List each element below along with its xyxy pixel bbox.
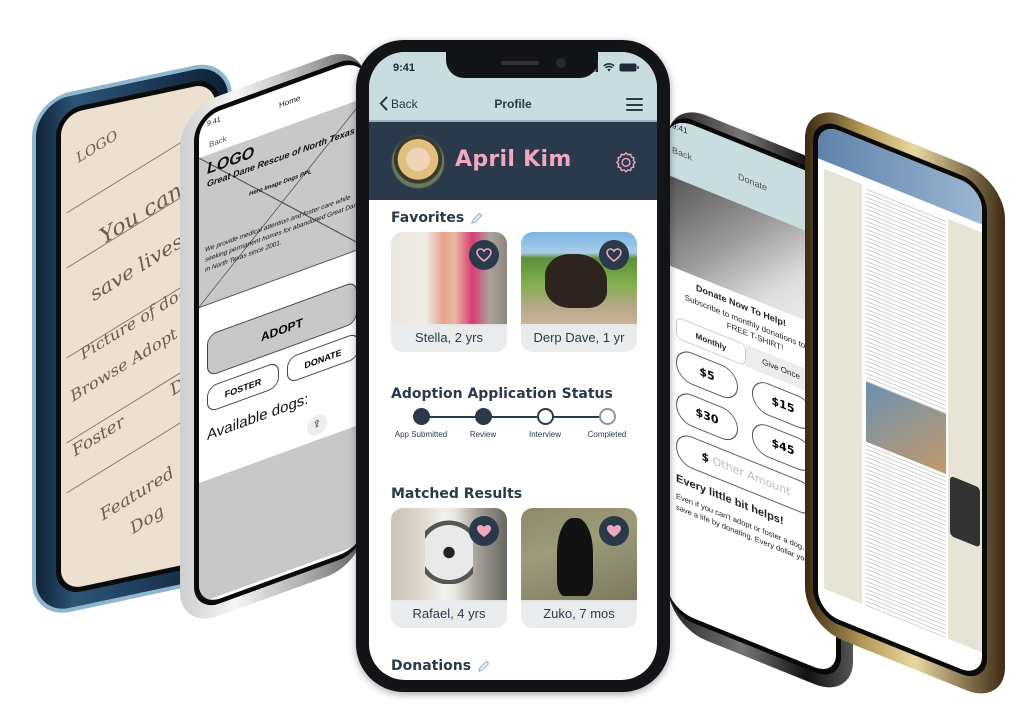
adoption-progress-stepper: App Submitted Review Interview Completed xyxy=(391,408,635,448)
website-screen xyxy=(813,115,987,685)
step-label: Interview xyxy=(528,430,561,439)
hamburger-line xyxy=(626,109,643,111)
favorite-dog-card[interactable]: Derp Dave, 1 yr xyxy=(521,232,637,352)
battery-icon xyxy=(619,63,639,72)
step-dot-complete xyxy=(474,408,492,425)
matched-results-title: Matched Results xyxy=(391,486,523,502)
dog-caption: Zuko, 7 mos xyxy=(521,600,637,628)
matched-dog-card[interactable]: Zuko, 7 mos xyxy=(521,508,637,628)
profile-header: April Kim xyxy=(369,122,657,200)
hamburger-line xyxy=(626,98,643,100)
website-dog-photo xyxy=(950,475,980,548)
dog-caption: Rafael, 4 yrs xyxy=(391,600,507,628)
heart-filled-icon xyxy=(477,525,491,537)
step-label: Review xyxy=(469,430,497,439)
profile-phone-mockup: 9:41 Back Profile April Kim Favorites St… xyxy=(356,40,670,692)
wf-dog-image-placeholder xyxy=(199,422,365,604)
wireframe-screen: 9:41 Home Back LOGO Great Dane Rescue of… xyxy=(194,52,365,613)
phone-notch xyxy=(446,52,598,78)
dog-caption: Derp Dave, 1 yr xyxy=(521,324,637,352)
step-dot-current xyxy=(536,408,554,425)
step-dot-complete xyxy=(412,408,430,425)
matched-dog-card[interactable]: Rafael, 4 yrs xyxy=(391,508,507,628)
step-review: Review xyxy=(453,408,513,439)
step-label: App Submitted xyxy=(394,430,448,439)
page-title: Profile xyxy=(494,97,532,111)
favorites-title: Favorites xyxy=(391,210,465,226)
dog-face xyxy=(425,514,473,584)
heart-outline-icon xyxy=(476,248,492,262)
favorite-heart-button[interactable] xyxy=(469,240,499,270)
dog-silhouette xyxy=(545,254,607,308)
step-completed: Completed xyxy=(577,408,637,439)
website-left-sidebar xyxy=(824,168,862,605)
step-app-submitted: App Submitted xyxy=(391,408,451,439)
speaker-grille xyxy=(501,61,539,65)
sketch-foster: Foster xyxy=(69,412,128,461)
step-dot-pending xyxy=(598,408,616,425)
wireframe-phone-mockup: 9:41 Home Back LOGO Great Dane Rescue of… xyxy=(180,42,365,630)
step-label: Completed xyxy=(587,430,627,439)
heart-filled-icon xyxy=(607,525,621,537)
wf-share-icon[interactable]: ⇪ xyxy=(307,411,327,439)
step-interview: Interview xyxy=(515,408,575,439)
donations-title: Donations xyxy=(391,658,472,674)
favorite-heart-button[interactable] xyxy=(599,516,629,546)
hamburger-line xyxy=(626,103,643,106)
adoption-status-section-title: Adoption Application Status xyxy=(391,386,613,402)
profile-name: April Kim xyxy=(455,147,572,172)
wifi-icon xyxy=(603,63,615,72)
nav-bar: Back Profile xyxy=(369,88,657,122)
wf-hero-image-placeholder: LOGO Great Dane Rescue of North Texas He… xyxy=(198,97,365,309)
wf-time: 9:41 xyxy=(207,116,221,129)
dog-caption: Stella, 2 yrs xyxy=(391,324,507,352)
edit-pencil-icon[interactable] xyxy=(477,660,490,673)
donations-section-title: Donations xyxy=(391,658,490,674)
matched-results-section-title: Matched Results xyxy=(391,486,522,502)
favorite-heart-button[interactable] xyxy=(469,516,499,546)
hamburger-menu-button[interactable] xyxy=(626,98,643,111)
wf-back[interactable]: Back xyxy=(209,134,227,149)
website-right-sidebar xyxy=(948,218,984,654)
favorite-heart-button[interactable] xyxy=(599,240,629,270)
edit-pencil-icon[interactable] xyxy=(470,212,483,225)
website-phone-mockup xyxy=(805,100,1005,706)
avatar[interactable] xyxy=(391,135,445,189)
favorites-section-title: Favorites xyxy=(391,210,483,226)
sketch-logo: LOGO xyxy=(74,127,121,167)
profile-screen: 9:41 Back Profile April Kim Favorites St… xyxy=(369,52,657,680)
settings-gear-icon[interactable] xyxy=(615,151,637,173)
front-camera xyxy=(556,58,566,68)
dog-silhouette xyxy=(557,518,593,596)
other-amount-prefix: $ xyxy=(701,449,710,466)
favorite-dog-card[interactable]: Stella, 2 yrs xyxy=(391,232,507,352)
adoption-status-title: Adoption Application Status xyxy=(391,386,613,402)
heart-outline-icon xyxy=(606,248,622,262)
wf-title: Home xyxy=(279,93,301,110)
status-time: 9:41 xyxy=(393,62,416,74)
